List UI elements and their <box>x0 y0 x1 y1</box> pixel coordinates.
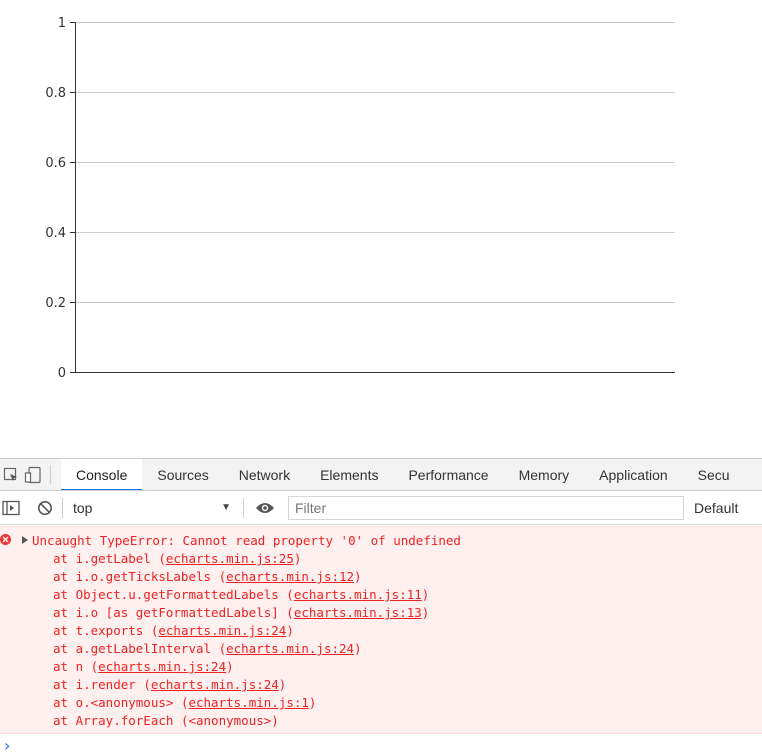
console-messages: Uncaught TypeError: Cannot read property… <box>0 526 762 756</box>
stack-frame-source-link[interactable]: echarts.min.js:24 <box>158 623 286 638</box>
stack-frame-source: <anonymous> <box>188 713 272 728</box>
stack-frame: at i.o.getTicksLabels (echarts.min.js:12… <box>53 569 362 584</box>
stack-frame: at n (echarts.min.js:24) <box>53 659 234 674</box>
stack-frame-source-link[interactable]: echarts.min.js:24 <box>98 659 226 674</box>
y-tick-label: 1 <box>58 16 66 31</box>
filter-input[interactable] <box>295 499 683 516</box>
y-tick-label: 0.2 <box>45 296 66 311</box>
stack-frame-source-link[interactable]: echarts.min.js:11 <box>294 587 422 602</box>
expand-triangle-icon[interactable] <box>22 536 28 544</box>
log-levels-dropdown[interactable]: Default <box>694 500 738 516</box>
error-header[interactable]: Uncaught TypeError: Cannot read property… <box>0 532 762 550</box>
inspect-element-icon[interactable] <box>0 459 22 490</box>
stack-frame: at a.getLabelInterval (echarts.min.js:24… <box>53 641 362 656</box>
device-toolbar-icon[interactable] <box>22 459 44 490</box>
stack-frame-function: at Array.forEach <box>53 713 174 728</box>
stack-frame-function: at a.getLabelInterval <box>53 641 212 656</box>
toolbar-divider <box>50 465 51 484</box>
tab-network[interactable]: Network <box>224 459 305 490</box>
tabs: Console Sources Network Elements Performance… <box>61 459 745 490</box>
stack-frame: at Array.forEach (<anonymous>) <box>53 713 279 728</box>
stack-frame-function: at i.getLabel <box>53 551 151 566</box>
filter-box <box>288 495 684 520</box>
prompt-chevron-icon: › <box>4 735 11 755</box>
toolbar-divider <box>243 497 244 518</box>
tab-elements[interactable]: Elements <box>305 459 393 490</box>
y-tick-label: 0.8 <box>45 86 66 101</box>
console-toolbar: top ▼ Default <box>0 491 762 525</box>
chart-svg: 0 0.2 0.4 0.6 0.8 1 <box>45 16 675 381</box>
stack-frame-source-link[interactable]: echarts.min.js:24 <box>151 677 279 692</box>
stack-frame: at Object.u.getFormattedLabels (echarts.… <box>53 587 430 602</box>
tab-sources[interactable]: Sources <box>142 459 223 490</box>
error-text: Uncaught TypeError: Cannot read property… <box>32 533 461 548</box>
stack-frame-source-link[interactable]: echarts.min.js:24 <box>226 641 354 656</box>
live-expression-eye-icon[interactable] <box>250 491 280 524</box>
stack-frame-function: at Object.u.getFormattedLabels <box>53 587 279 602</box>
y-tick-label: 0.6 <box>45 156 66 171</box>
stack-frame-function: at t.exports <box>53 623 144 638</box>
devtools-panel: Console Sources Network Elements Performance… <box>0 458 762 755</box>
clear-console-icon[interactable] <box>34 491 56 524</box>
stack-frame: at i.getLabel (echarts.min.js:25) <box>53 551 302 566</box>
stack-frame: at o.<anonymous> (echarts.min.js:1) <box>53 695 317 710</box>
stack-frame: at i.o [as getFormattedLabels] (echarts.… <box>53 605 430 620</box>
tab-secu[interactable]: Secu <box>683 459 745 490</box>
stack-frame-function: at i.render <box>53 677 136 692</box>
tab-console[interactable]: Console <box>61 459 143 490</box>
stack-frame-source-link[interactable]: echarts.min.js:1 <box>188 695 308 710</box>
error-message: Uncaught TypeError: Cannot read property… <box>0 526 762 734</box>
stack-frame: at i.render (echarts.min.js:24) <box>53 677 287 692</box>
y-tick-label: 0.4 <box>45 226 66 241</box>
stack-frame-source-link[interactable]: echarts.min.js:25 <box>166 551 294 566</box>
stack-frame-function: at i.o.getTicksLabels <box>53 569 212 584</box>
stack-frame-function: at i.o [as getFormattedLabels] <box>53 605 279 620</box>
stack-frame-function: at o.<anonymous> <box>53 695 174 710</box>
dropdown-arrow-icon: ▼ <box>221 502 231 513</box>
tab-performance[interactable]: Performance <box>393 459 503 490</box>
chart-area: 0 0.2 0.4 0.6 0.8 1 <box>0 0 762 458</box>
stack-frame-function: at n <box>53 659 84 674</box>
show-sidebar-icon[interactable] <box>0 491 22 524</box>
toolbar-divider <box>62 497 63 518</box>
console-prompt[interactable]: › <box>0 734 762 756</box>
context-selector[interactable]: top ▼ <box>69 497 237 519</box>
tab-application[interactable]: Application <box>584 459 683 490</box>
stack-frame: at t.exports (echarts.min.js:24) <box>53 623 294 638</box>
stack-trace: at i.getLabel (echarts.min.js:25) at i.o.… <box>0 550 762 730</box>
error-icon <box>0 534 11 545</box>
stack-frame-source-link[interactable]: echarts.min.js:12 <box>226 569 354 584</box>
y-tick-label: 0 <box>58 366 66 381</box>
context-selector-value: top <box>73 499 93 516</box>
stack-frame-source-link[interactable]: echarts.min.js:13 <box>294 605 422 620</box>
tab-memory[interactable]: Memory <box>504 459 585 490</box>
devtools-tabbar: Console Sources Network Elements Performance… <box>0 458 762 491</box>
